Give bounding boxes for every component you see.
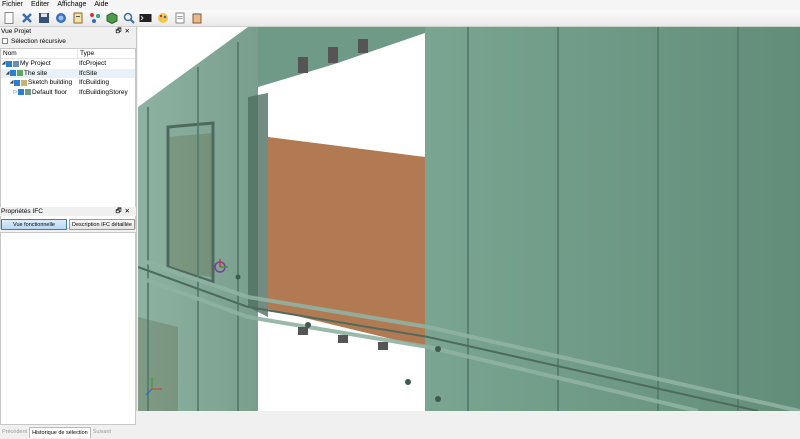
row-type: IfcSite	[79, 69, 98, 77]
properties-panel-title: Propriétés IFC	[1, 208, 43, 215]
col-name[interactable]: Nom	[1, 49, 78, 58]
properties-view-buttons: Vue fonctionnelle Description IFC détail…	[0, 219, 136, 231]
project-tree[interactable]: Nom Type ◢ My Project IfcProject ◢ The s…	[0, 48, 136, 229]
row-name: Default floor	[32, 88, 68, 96]
save-icon[interactable]	[37, 12, 50, 25]
recursive-selection-row[interactable]: Sélection récursive	[0, 36, 136, 46]
checkbox-icon[interactable]	[10, 70, 16, 77]
menu-editer[interactable]: Editer	[31, 0, 49, 10]
menu-bar: Fichier Editer Affichage Aide	[0, 0, 800, 10]
row-type: IfcProject	[79, 60, 107, 67]
row-type: IfcBuilding	[79, 79, 109, 86]
cube-icon[interactable]	[105, 12, 118, 25]
row-name: My Project	[20, 60, 51, 67]
tree-row[interactable]: ◢ The site IfcSite	[1, 68, 135, 78]
project-panel-title: Vue Projet	[1, 28, 32, 35]
row-type: IfcBuildingStorey	[79, 88, 128, 96]
tree-header: Nom Type	[1, 49, 135, 59]
project-icon	[13, 60, 19, 67]
project-panel-header: Vue Projet 🗗✕	[0, 27, 136, 36]
tree-row[interactable]: ▷ Default floor IfcBuildingStorey	[1, 88, 135, 98]
document-icon[interactable]	[173, 12, 186, 25]
globe-icon[interactable]	[54, 12, 67, 25]
row-name: Sketch building	[28, 79, 73, 86]
functional-view-button[interactable]: Vue fonctionnelle	[1, 219, 67, 230]
properties-panel-header: Propriétés IFC 🗗✕	[0, 207, 136, 216]
checkbox-icon[interactable]	[6, 60, 12, 67]
zoom-icon[interactable]	[122, 12, 135, 25]
history-bar: Précédent Historique de sélection Suivan…	[0, 427, 136, 438]
recursive-checkbox[interactable]	[2, 38, 8, 44]
checkbox-icon[interactable]	[14, 79, 20, 86]
3d-viewport[interactable]	[138, 27, 800, 411]
glass-facade-main	[425, 27, 800, 411]
tree-row[interactable]: ◢ My Project IfcProject	[1, 59, 135, 69]
recursive-label: Sélection récursive	[11, 37, 66, 45]
tree-row[interactable]: ◢ Sketch building IfcBuilding	[1, 78, 135, 88]
checkbox-icon[interactable]	[18, 89, 24, 96]
network-icon[interactable]	[88, 12, 101, 25]
console-icon[interactable]	[139, 12, 152, 25]
close-x-icon[interactable]	[20, 12, 33, 25]
new-file-icon[interactable]	[3, 12, 16, 25]
floor-icon	[25, 89, 31, 96]
toolbar	[0, 10, 800, 27]
palette-icon[interactable]	[156, 12, 169, 25]
menu-fichier[interactable]: Fichier	[2, 0, 23, 10]
script-icon[interactable]	[71, 12, 84, 25]
next-button[interactable]: Suivant	[91, 427, 113, 438]
row-name: The site	[24, 69, 48, 77]
building-icon	[21, 79, 27, 86]
building-render	[138, 27, 800, 411]
left-dock: Vue Projet 🗗✕ Sélection récursive Nom Ty…	[0, 27, 137, 438]
menu-affichage[interactable]: Affichage	[57, 0, 86, 10]
col-type[interactable]: Type	[78, 49, 94, 58]
history-tab[interactable]: Historique de sélection	[29, 427, 91, 438]
properties-content	[0, 232, 136, 425]
previous-button[interactable]: Précédent	[0, 427, 29, 438]
panel-controls[interactable]: 🗗✕	[115, 27, 136, 36]
menu-aide[interactable]: Aide	[94, 0, 108, 10]
detailed-ifc-button[interactable]: Description IFC détaillée	[69, 219, 135, 230]
clipboard-icon[interactable]	[190, 12, 203, 25]
site-icon	[17, 70, 23, 77]
panel-controls[interactable]: 🗗✕	[115, 207, 136, 216]
